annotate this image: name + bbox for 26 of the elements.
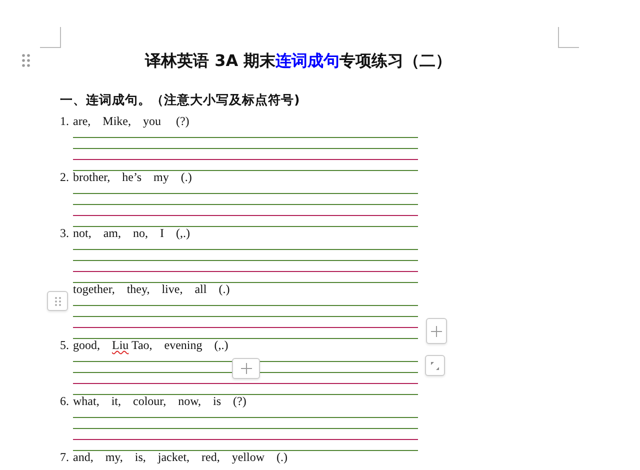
question-number: 7.	[60, 449, 70, 465]
question-number: 2.	[60, 169, 70, 185]
drag-handle-icon	[54, 296, 60, 306]
drag-handle-icon[interactable]	[22, 54, 30, 67]
document-title: 译林英语 3A 期末连词成句专项练习（二）	[145, 50, 453, 72]
block-drag-handle[interactable]	[47, 291, 68, 311]
question-words: together, they, live, all (.)	[73, 281, 230, 297]
section-heading: 一、连词成句。（注意大小写及标点符号)	[60, 92, 301, 108]
question-words: not, am, no, I (,.)	[73, 225, 190, 241]
question-words: brother, he’s my (.)	[73, 169, 192, 185]
question-words: are, Mike, you (?)	[73, 113, 190, 129]
plus-icon	[431, 326, 442, 336]
plus-icon	[240, 363, 252, 374]
question-number: 3.	[60, 225, 70, 241]
margin-corner-mark	[558, 27, 579, 48]
question-words: what, it, colour, now, is (?)	[73, 393, 246, 409]
add-button[interactable]	[426, 318, 447, 344]
question-words: good, Liu Tao, evening (,.)	[73, 337, 228, 353]
margin-corner-mark	[40, 27, 61, 48]
add-button[interactable]	[232, 358, 260, 379]
question-words: and, my, is, jacket, red, yellow (.)	[73, 449, 288, 465]
resize-icon	[431, 362, 439, 370]
resize-button[interactable]	[425, 355, 445, 376]
question-number: 6.	[60, 393, 70, 409]
question-number: 5.	[60, 337, 70, 353]
question-number: 1.	[60, 113, 70, 129]
